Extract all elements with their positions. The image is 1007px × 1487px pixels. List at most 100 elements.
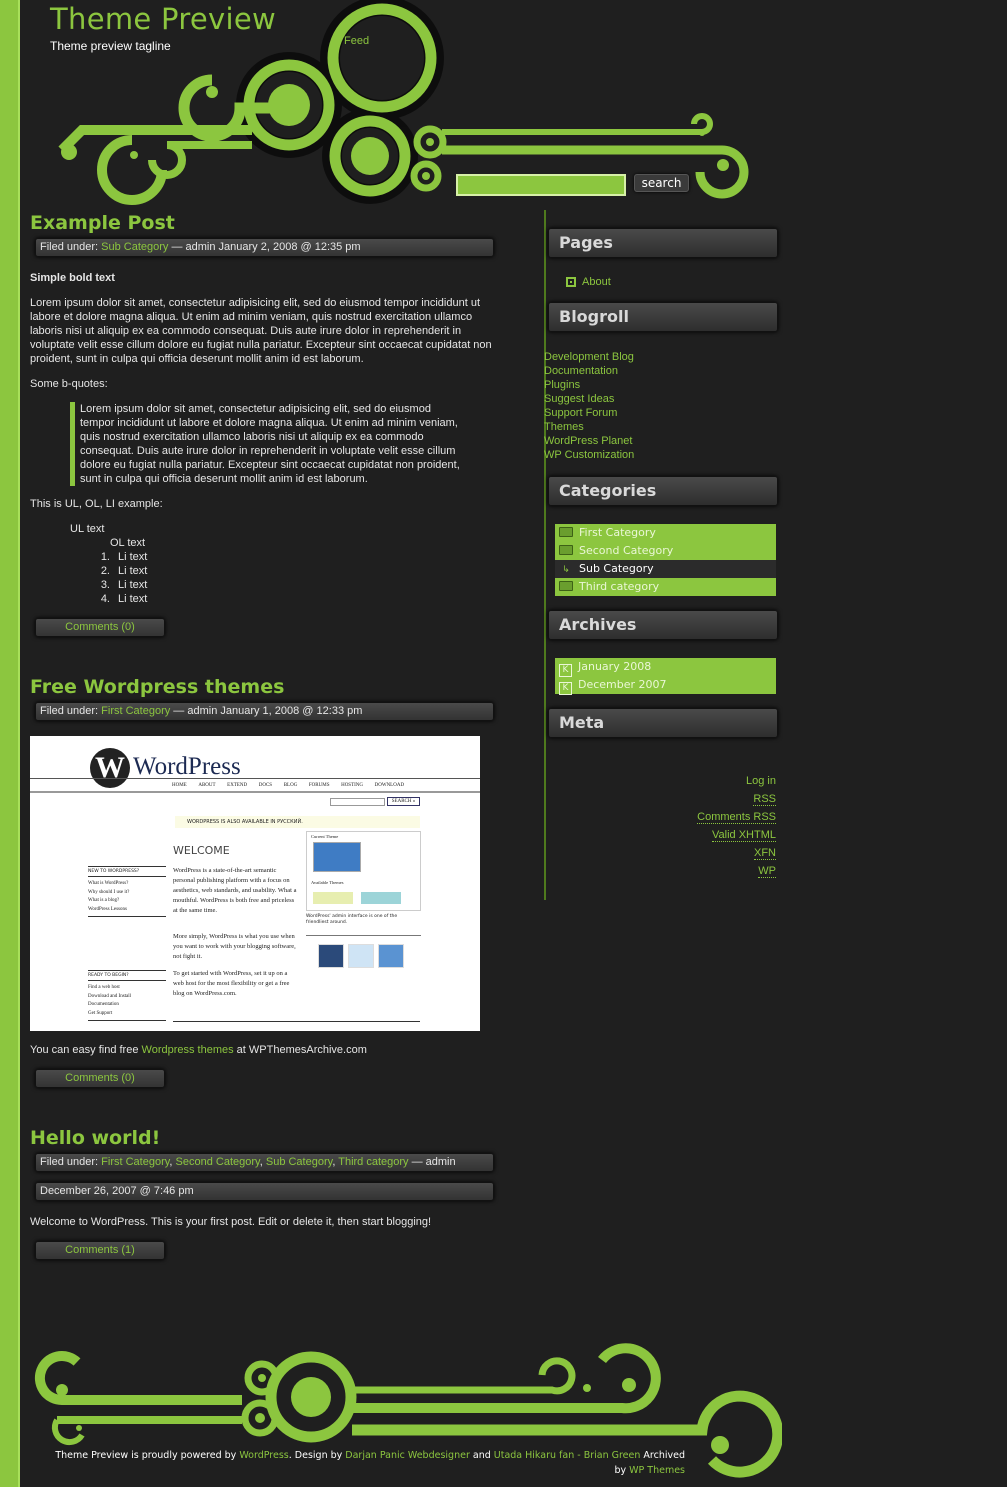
- footer-link-wp-themes[interactable]: WP Themes: [629, 1465, 685, 1476]
- post-body: Welcome to WordPress. This is your first…: [30, 1216, 432, 1228]
- list-item: 2. Li text: [100, 565, 148, 577]
- folder-icon: [559, 581, 573, 591]
- comments-button[interactable]: Comments (0): [35, 618, 165, 637]
- search-input[interactable]: [456, 174, 626, 196]
- wp-theme-preview: Current Theme Available Themes: [306, 831, 421, 911]
- pages-list: About: [548, 258, 780, 302]
- meta-prefix: Filed under:: [40, 705, 102, 717]
- wordpress-logo-icon: W: [90, 748, 130, 788]
- sidebar: Pages About Blogroll Development Blog Do…: [544, 228, 780, 894]
- footer-link-designer[interactable]: Darjan Panic Webdesigner: [345, 1450, 470, 1461]
- ol-text: OL text: [110, 537, 146, 549]
- categories-list: First Category Second Category ↳ Sub Cate…: [555, 524, 776, 596]
- archive-item[interactable]: K January 2008: [555, 658, 776, 677]
- search-button[interactable]: search: [634, 174, 689, 192]
- category-link[interactable]: Sub Category: [101, 241, 168, 253]
- category-item-sub[interactable]: ↳ Sub Category: [555, 560, 776, 578]
- header: Theme Preview Theme preview tagline Feed…: [22, 0, 782, 210]
- calendar-icon: K: [559, 682, 572, 695]
- widget-title-archives: Archives: [548, 610, 778, 640]
- feed-link[interactable]: Feed: [344, 35, 369, 47]
- post-body: Simple bold text Lorem ipsum dolor sit a…: [30, 271, 500, 606]
- blogroll-link[interactable]: WordPress Planet: [544, 435, 632, 447]
- widget-title-blogroll: Blogroll: [548, 302, 778, 332]
- meta-link-xfn[interactable]: XFN: [754, 847, 776, 860]
- widget-title-meta: Meta: [548, 708, 778, 738]
- post: Example Post Filed under: Sub Category —…: [30, 210, 500, 637]
- ring-large: [327, 3, 437, 113]
- meta-link-rss[interactable]: RSS: [753, 793, 776, 806]
- footer-link-wordpress[interactable]: WordPress: [239, 1450, 288, 1461]
- blogroll-link[interactable]: WP Customization: [544, 449, 634, 461]
- folder-icon: [559, 545, 573, 555]
- meta-suffix: — admin January 2, 2008 @ 12:35 pm: [168, 241, 361, 253]
- list-item: 4. Li text: [100, 593, 148, 605]
- widget-title-pages: Pages: [548, 228, 778, 258]
- category-link[interactable]: First Category: [101, 1156, 169, 1168]
- post-title[interactable]: Example Post: [30, 210, 500, 238]
- main-content: Example Post Filed under: Sub Category —…: [30, 210, 500, 1260]
- bold-text: Simple bold text: [30, 272, 115, 284]
- meta-link-valid-xhtml[interactable]: Valid XHTML: [712, 829, 776, 842]
- sidebar-divider: [544, 210, 546, 900]
- post-title[interactable]: Hello world!: [30, 1125, 500, 1153]
- list-intro: This is UL, OL, LI example:: [30, 498, 163, 510]
- list-item: 3. Li text: [100, 579, 148, 591]
- category-item[interactable]: First Category: [555, 524, 776, 542]
- paragraph: Lorem ipsum dolor sit amet, consectetur …: [30, 297, 492, 365]
- widget-title-categories: Categories: [548, 476, 778, 506]
- list-item: 1. Li text: [100, 551, 148, 563]
- post: Hello world! Filed under: First Category…: [30, 1125, 500, 1260]
- blogroll-link[interactable]: Support Forum: [544, 407, 617, 419]
- wordpress-themes-link[interactable]: Wordpress themes: [142, 1044, 234, 1056]
- sub-arrow-icon: ↳: [562, 565, 570, 575]
- meta-link-comments-rss[interactable]: Comments RSS: [697, 811, 776, 824]
- footer: Theme Preview is proudly powered by Word…: [22, 1340, 782, 1487]
- bquote-intro: Some b-quotes:: [30, 378, 108, 390]
- site-tagline: Theme preview tagline: [50, 39, 171, 53]
- wordpress-screenshot-image: W WordPress HOME ABOUT EXTEND DOCS BLOG …: [30, 736, 480, 1031]
- comments-button[interactable]: Comments (1): [35, 1241, 165, 1260]
- post: Free Wordpress themes Filed under: First…: [30, 674, 500, 1088]
- comments-button[interactable]: Comments (0): [35, 1069, 165, 1088]
- meta-list: Log in RSS Comments RSS Valid XHTML XFN …: [548, 738, 780, 894]
- archives-list: K January 2008 K December 2007: [555, 658, 776, 695]
- blogroll-link[interactable]: Development Blog: [544, 351, 634, 363]
- category-item[interactable]: Third category: [555, 578, 776, 596]
- blogroll-link[interactable]: Plugins: [544, 379, 580, 391]
- post-meta: Filed under: First Category — admin Janu…: [35, 702, 494, 721]
- ul-example: UL text OL text 1. Li text 2. Li text 3. Li…: [70, 522, 500, 606]
- wp-nav: HOME ABOUT EXTEND DOCS BLOG FORUMS HOSTI…: [172, 783, 405, 788]
- meta-link-wp[interactable]: WP: [758, 865, 776, 878]
- left-accent-bar: [0, 0, 20, 1487]
- blogroll-link[interactable]: Themes: [544, 421, 584, 433]
- ul-text: UL text: [70, 523, 105, 535]
- category-item[interactable]: Second Category: [555, 542, 776, 560]
- wp-logo-text: WordPress: [133, 753, 241, 780]
- footer-link-brian-green[interactable]: Utada Hikaru fan - Brian Green: [494, 1450, 641, 1461]
- post-date: December 26, 2007 @ 7:46 pm: [35, 1182, 494, 1201]
- meta-prefix: Filed under:: [40, 241, 102, 253]
- post-body: You can easy find free Wordpress themes …: [30, 1044, 367, 1056]
- meta-link-login[interactable]: Log in: [746, 775, 776, 787]
- category-link[interactable]: First Category: [101, 705, 170, 717]
- footer-credits: Theme Preview is proudly powered by Word…: [55, 1450, 685, 1476]
- category-link[interactable]: Sub Category: [266, 1156, 332, 1168]
- category-link[interactable]: Second Category: [176, 1156, 260, 1168]
- blogroll-list: Development Blog Documentation Plugins S…: [544, 332, 780, 476]
- folder-icon: [559, 527, 573, 537]
- page-bullet-icon: [566, 277, 576, 288]
- site-title[interactable]: Theme Preview: [50, 2, 276, 36]
- post-title[interactable]: Free Wordpress themes: [30, 674, 500, 702]
- meta-suffix: — admin January 1, 2008 @ 12:33 pm: [170, 705, 363, 717]
- wp-new-links: What is WordPress? Why should I use it? Wh…: [88, 880, 166, 917]
- post-meta: Filed under: First Category, Second Cate…: [35, 1153, 494, 1172]
- post-meta: Filed under: Sub Category — admin Januar…: [35, 238, 494, 257]
- archive-item[interactable]: K December 2007: [555, 676, 776, 695]
- blockquote: Lorem ipsum dolor sit amet, consectetur …: [70, 402, 460, 486]
- blogroll-link[interactable]: Documentation: [544, 365, 618, 377]
- wp-ready-links: Find a web host Download and Install Docum…: [88, 984, 166, 1021]
- category-link[interactable]: Third category: [338, 1156, 408, 1168]
- page-link-about[interactable]: About: [582, 276, 611, 288]
- blogroll-link[interactable]: Suggest Ideas: [544, 393, 614, 405]
